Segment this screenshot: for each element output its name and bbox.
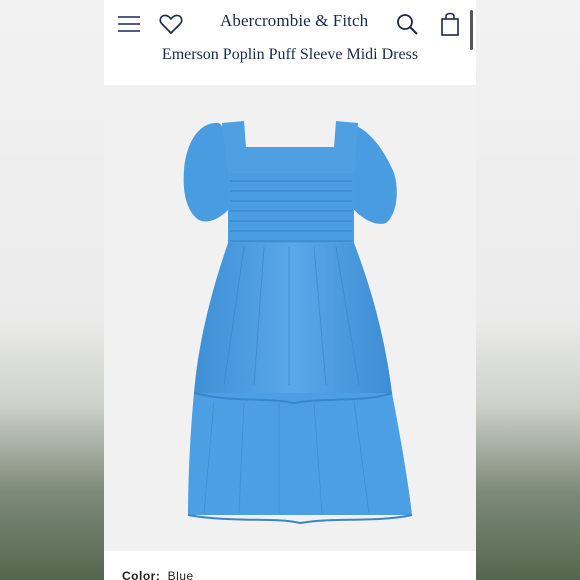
product-page: Abercrombie & Fitch Emerson Poplin Puff … bbox=[104, 0, 476, 580]
product-title: Emerson Poplin Puff Sleeve Midi Dress bbox=[161, 46, 419, 63]
color-value: Blue bbox=[167, 569, 194, 580]
color-label: Color: bbox=[122, 569, 161, 580]
scrollbar[interactable] bbox=[470, 10, 473, 50]
background-blur-right bbox=[476, 0, 580, 580]
menu-icon[interactable] bbox=[116, 11, 142, 37]
background-blur-left bbox=[0, 0, 104, 580]
shopping-bag-icon[interactable] bbox=[437, 11, 463, 37]
site-header: Abercrombie & Fitch bbox=[104, 0, 476, 50]
search-icon[interactable] bbox=[394, 11, 420, 37]
heart-icon[interactable] bbox=[158, 11, 184, 37]
product-image[interactable] bbox=[104, 85, 476, 551]
brand-logo[interactable]: Abercrombie & Fitch bbox=[220, 11, 368, 31]
color-selector: Color: Blue bbox=[122, 569, 194, 580]
dress-image bbox=[183, 121, 413, 525]
